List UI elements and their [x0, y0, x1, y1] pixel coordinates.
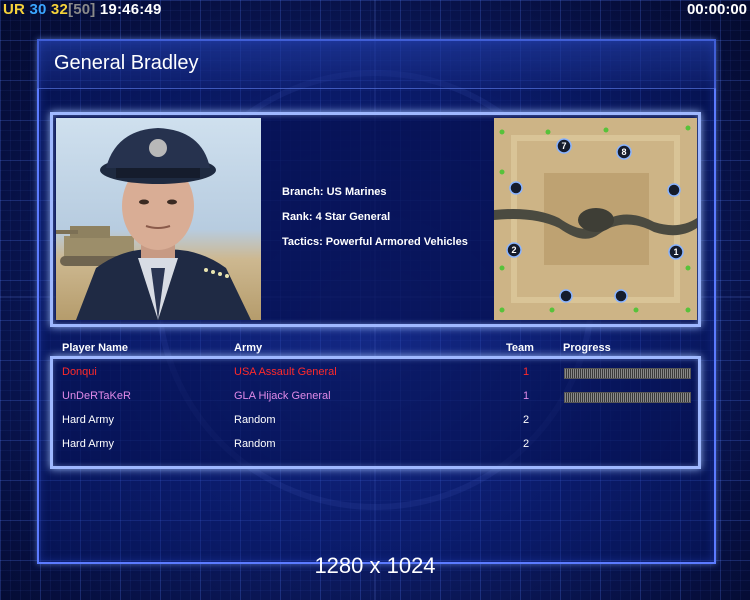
- player-team: 2: [523, 414, 530, 426]
- general-rank: Rank: 4 Star General: [282, 211, 391, 223]
- general-tactics: Tactics: Powerful Armored Vehicles: [282, 236, 468, 248]
- player-row: UnDeRTaKeR GLA Hijack General 1: [0, 390, 750, 406]
- hud-status: UR 30 32[50] 19:46:49: [3, 1, 162, 19]
- game-timer: 00:00:00: [686, 1, 747, 18]
- player-army: Random: [234, 414, 276, 426]
- start-position-label: 1: [673, 247, 678, 257]
- unit-cap: [50]: [68, 1, 96, 18]
- start-position-label: 2: [511, 245, 516, 255]
- player-team: 1: [523, 390, 530, 402]
- player-army: Random: [234, 438, 276, 450]
- general-portrait: [56, 118, 261, 320]
- player-progress-bar: [564, 368, 691, 379]
- player-army: GLA Hijack General: [234, 390, 331, 402]
- player-table-header: Player Name Army Team Progress: [0, 342, 750, 356]
- player-name: Hard Army: [62, 414, 114, 426]
- player-team: 1: [523, 366, 530, 378]
- column-header-progress: Progress: [563, 342, 611, 354]
- column-header-army: Army: [234, 342, 263, 354]
- ur-label: UR: [3, 1, 26, 18]
- column-header-team: Team: [506, 342, 534, 354]
- general-stats: Branch: US Marines Rank: 4 Star General …: [282, 186, 468, 261]
- map-preview: 7 8 2 1: [494, 118, 697, 320]
- system-clock: 19:46:49: [99, 1, 162, 18]
- player-row: Hard Army Random 2: [0, 438, 750, 454]
- player-army: USA Assault General: [234, 366, 337, 378]
- map-preview-image: 7 8 2 1: [494, 118, 697, 320]
- player-name: Hard Army: [62, 438, 114, 450]
- player-row: Hard Army Random 2: [0, 414, 750, 430]
- player-progress-bar: [564, 392, 691, 403]
- player-row: Donqui USA Assault General 1: [0, 366, 750, 382]
- general-portrait-image: [56, 128, 251, 320]
- player-name: Donqui: [62, 366, 97, 378]
- player-team: 2: [523, 438, 530, 450]
- general-name-title: General Bradley: [54, 52, 199, 74]
- column-header-player-name: Player Name: [62, 342, 129, 354]
- ur-value: 30: [29, 1, 47, 18]
- start-position-label: 7: [561, 141, 566, 151]
- start-position-label: 8: [621, 147, 626, 157]
- screen-resolution-label: 1280 x 1024: [314, 553, 436, 578]
- general-branch: Branch: US Marines: [282, 186, 387, 198]
- player-name: UnDeRTaKeR: [62, 390, 131, 402]
- unit-count: 32: [50, 1, 69, 18]
